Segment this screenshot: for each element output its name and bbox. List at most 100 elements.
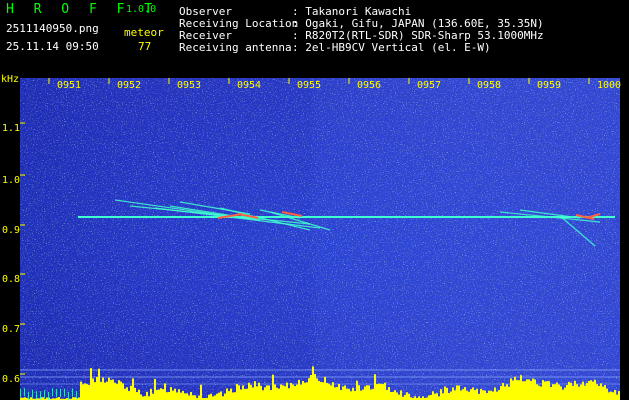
level-bar: [404, 394, 406, 400]
level-bar: [130, 385, 132, 400]
level-bar: [288, 388, 290, 400]
level-bar: [406, 392, 408, 400]
level-bar: [140, 394, 142, 400]
level-bar: [482, 390, 484, 400]
level-bar: [216, 393, 218, 400]
level-bar: [560, 386, 562, 400]
level-bar: [100, 381, 102, 400]
level-bar: [376, 384, 378, 400]
level-bar: [330, 385, 332, 400]
y-tick-label: 0.7: [2, 324, 21, 335]
level-bar: [490, 390, 492, 400]
level-bar: [188, 395, 190, 400]
level-bar-left: [20, 388, 21, 397]
level-bar: [138, 389, 140, 400]
level-bar: [414, 396, 416, 400]
level-bar: [370, 389, 372, 400]
level-bar: [602, 386, 604, 400]
level-bar: [538, 385, 540, 400]
level-bar: [442, 393, 444, 400]
level-bar: [434, 393, 436, 400]
level-bar: [578, 386, 580, 400]
level-bar: [546, 381, 548, 400]
level-bar: [222, 396, 224, 400]
level-bar: [260, 385, 262, 400]
level-bar-left: [44, 390, 45, 399]
level-bar: [326, 382, 328, 400]
level-bar: [230, 388, 232, 400]
app-version: 1.0.0: [126, 4, 157, 15]
level-bar: [198, 395, 200, 400]
level-bar: [218, 392, 220, 400]
level-bar: [356, 380, 358, 400]
level-bar: [566, 384, 568, 400]
level-bar: [152, 393, 154, 400]
level-bar: [314, 374, 316, 400]
level-bar: [240, 389, 242, 400]
level-bar: [518, 380, 520, 400]
level-bar: [374, 374, 376, 400]
level-bar: [456, 385, 458, 400]
noise-bright-layer: [20, 78, 620, 400]
level-bar: [618, 391, 620, 400]
level-bar: [324, 376, 326, 400]
level-bar: [522, 381, 524, 400]
level-bar: [88, 384, 90, 400]
level-bar: [316, 378, 318, 400]
level-bar: [282, 385, 284, 400]
level-bar: [380, 383, 382, 400]
level-bar: [492, 391, 494, 400]
level-bar: [108, 377, 110, 400]
level-bar: [528, 379, 530, 400]
level-bar: [596, 384, 598, 400]
level-bar: [484, 390, 486, 400]
level-bar: [90, 368, 92, 400]
detector-label: meteor: [124, 26, 164, 39]
level-bar: [486, 392, 488, 400]
level-bar: [208, 394, 210, 400]
y-tick-label: 1.1: [2, 123, 21, 134]
level-bar: [300, 384, 302, 400]
level-bar: [254, 381, 256, 400]
level-bar: [148, 396, 150, 400]
level-bar: [408, 393, 410, 400]
level-bar: [460, 390, 462, 400]
level-bar: [616, 394, 618, 400]
level-bar: [542, 380, 544, 400]
level-bar: [322, 382, 324, 400]
level-bar: [592, 381, 594, 400]
level-bar: [342, 386, 344, 400]
level-bar: [576, 384, 578, 400]
level-bar: [114, 382, 116, 400]
level-bar: [534, 379, 536, 400]
level-bar: [568, 381, 570, 400]
level-bar: [192, 395, 194, 400]
level-bar: [182, 390, 184, 400]
level-bar: [564, 387, 566, 400]
level-bar: [532, 378, 534, 400]
y-tick-label: 0.6: [2, 374, 21, 385]
level-bar: [302, 380, 304, 400]
level-bar: [294, 386, 296, 400]
level-bar: [226, 388, 228, 400]
level-bar: [168, 392, 170, 400]
level-bar: [346, 388, 348, 400]
x-tick-label: 0952: [117, 80, 142, 91]
level-bar-left: [56, 388, 57, 397]
x-tick-label: 1000: [597, 80, 622, 91]
level-bar: [176, 392, 178, 400]
level-bar: [106, 381, 108, 400]
level-bar: [298, 379, 300, 400]
level-bar: [468, 391, 470, 400]
level-bar: [574, 380, 576, 400]
level-bar: [158, 389, 160, 400]
level-bar-left: [40, 391, 41, 400]
level-bar: [308, 378, 310, 400]
x-tick-label: 0956: [357, 80, 382, 91]
level-bar: [476, 388, 478, 400]
x-tick-label: 0957: [417, 80, 442, 91]
level-bar: [388, 387, 390, 400]
level-bar: [112, 379, 114, 400]
level-bar: [214, 395, 216, 400]
x-tick-label: 0959: [537, 80, 562, 91]
